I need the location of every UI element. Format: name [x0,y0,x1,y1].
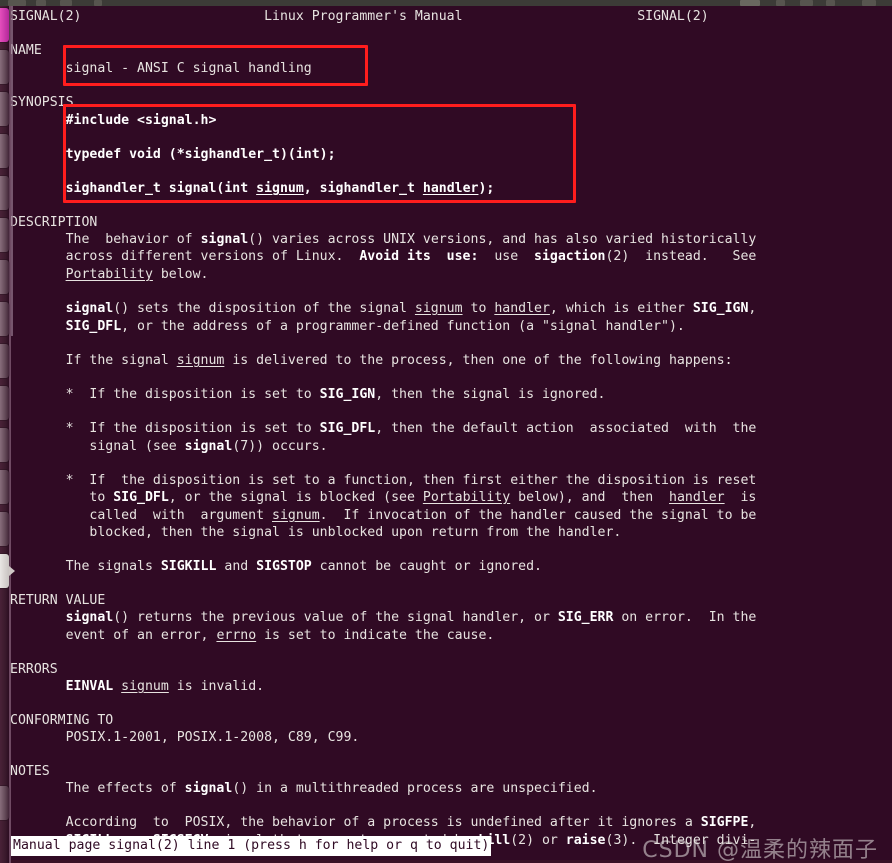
terminal-line: ERRORS [10,662,58,677]
launcher-app-icon[interactable] [0,134,9,168]
launcher-app-icon[interactable] [0,92,9,126]
terminal-line: According to POSIX, the behavior of a pr… [10,815,757,830]
terminal-line: The behavior of signal() varies across U… [10,232,757,247]
launcher-app-icon[interactable] [0,260,9,294]
less-status-line: Manual page signal(2) line 1 (press h fo… [11,836,492,856]
screen: SIGNAL(2) Linux Programmer's Manual SIGN… [0,0,892,863]
launcher-app-icon[interactable] [0,428,9,462]
launcher-app-icon[interactable] [0,512,9,546]
panel-indicator-volume[interactable] [776,0,785,6]
launcher-app-icon[interactable] [0,786,9,820]
terminal-line: signal() returns the previous value of t… [65,610,757,625]
terminal-line: * If the disposition is set to a functio… [10,473,757,488]
launcher-app-icon[interactable] [0,50,9,84]
launcher-active-arrow-icon [9,566,15,576]
terminal-scrollbar[interactable] [11,6,13,336]
launcher-app-icon[interactable] [0,344,9,378]
terminal-line: POSIX.1-2001, POSIX.1-2008, C89, C99. [10,730,360,745]
terminal-line: NAME [10,43,42,58]
terminal-line: called with argument signum. If invocati… [10,508,757,523]
terminal-line: signal() sets the disposition of the sig… [65,301,757,316]
panel-indicator-view[interactable] [94,0,102,6]
terminal-line: sighandler_t signal(int signum, sighandl… [65,181,495,196]
csdn-watermark: CSDN @温柔的辣面子 [642,838,878,863]
launcher-app-icon[interactable] [0,8,9,42]
panel-indicator-power[interactable] [826,0,835,6]
terminal-line: across different versions of Linux. Avoi… [10,249,757,264]
panel-indicator-network[interactable] [740,0,760,6]
terminal-line: signal (see signal(7)) occurs. [10,439,328,454]
terminal-line: event of an error, errno is set to indic… [10,628,495,643]
launcher-app-icon[interactable] [0,386,9,420]
terminal-line: The effects of signal() in a multithread… [10,781,598,796]
launcher-app-icon[interactable] [0,470,9,504]
terminal-line: to SIG_DFL, or the signal is blocked (se… [10,490,757,505]
terminal-line: If the signal signum is delivered to the… [10,353,733,368]
terminal-line: #include <signal.h> [65,113,217,128]
unity-launcher[interactable] [0,6,9,863]
terminal-line: typedef void (*sighandler_t)(int); [65,147,336,162]
terminal-line: RETURN VALUE [10,593,106,608]
terminal-line: SIG_DFL, or the address of a programmer-… [65,319,685,334]
terminal-line: blocked, then the signal is unblocked up… [10,525,622,540]
terminal-line: * If the disposition is set to SIG_DFL, … [10,421,757,436]
panel-indicator-file[interactable] [36,0,46,6]
panel-indicator-edit[interactable] [60,0,72,6]
desktop-top-panel[interactable] [0,0,892,6]
launcher-app-icon[interactable] [0,554,9,588]
terminal-line: CONFORMING TO [10,713,114,728]
terminal-line: * If the disposition is set to SIG_IGN, … [10,387,606,402]
launcher-app-icon[interactable] [0,218,9,252]
terminal-text-area[interactable]: SIGNAL(2) Linux Programmer's Manual SIGN… [0,6,892,863]
launcher-app-icon[interactable] [0,302,9,336]
terminal-line: EINVAL signum is invalid. [65,679,265,694]
panel-indicator-menu[interactable] [8,0,26,6]
terminal-line: DESCRIPTION [10,215,98,230]
terminal-line: SYNOPSIS [10,95,74,110]
panel-indicator-session[interactable] [862,0,876,6]
terminal-line: signal - ANSI C signal handling [10,61,312,76]
launcher-app-icon[interactable] [0,176,9,210]
terminal-line: The signals SIGKILL and SIGSTOP cannot b… [10,559,542,574]
terminal-line: Portability below. [65,267,209,282]
terminal-line: NOTES [10,764,50,779]
panel-indicator-clock[interactable] [800,0,813,6]
terminal-line: SIGNAL(2) Linux Programmer's Manual SIGN… [10,9,709,24]
